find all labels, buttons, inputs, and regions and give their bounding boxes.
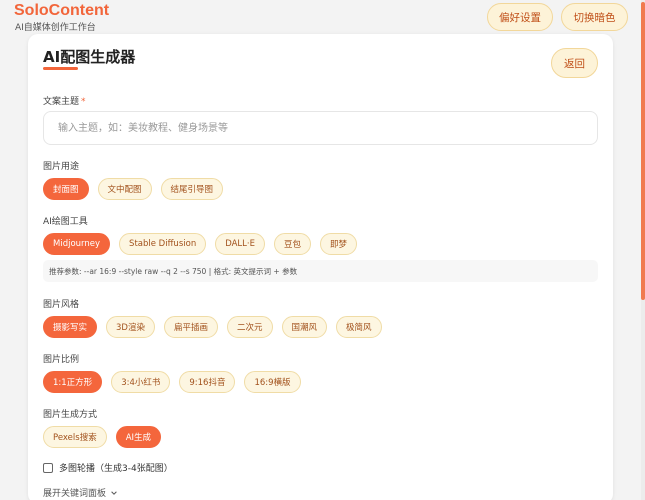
- multi-image-label: 多图轮播（生成3-4张配图）: [59, 464, 173, 474]
- theme-toggle-button[interactable]: 切换暗色: [561, 3, 628, 31]
- back-button[interactable]: 返回: [551, 48, 598, 78]
- expand-keywords-toggle[interactable]: 展开关键词面板: [43, 486, 118, 499]
- style-option-minimal[interactable]: 极简风: [336, 316, 382, 338]
- style-options: 摄影写实 3D渲染 扁平插画 二次元 国潮风 极简风: [43, 316, 382, 338]
- tool-params-hint: 推荐参数: --ar 16:9 --style raw --q 2 --s 75…: [43, 260, 598, 282]
- tool-label: AI绘图工具: [43, 217, 88, 227]
- chevron-down-icon: [111, 490, 117, 495]
- top-bar: SoloContent AI自媒体创作工作台 偏好设置 切换暗色: [0, 0, 645, 36]
- scrollbar-thumb[interactable]: [641, 2, 645, 300]
- method-label: 图片生成方式: [43, 410, 98, 420]
- multi-image-row[interactable]: 多图轮播（生成3-4张配图）: [43, 461, 173, 474]
- topic-label-text: 文案主题: [43, 97, 80, 107]
- usage-label: 图片用途: [43, 162, 80, 172]
- generator-card: AI配图生成器 返回 文案主题* 图片用途 封面图 文中配图 结尾引导图 AI绘…: [28, 34, 613, 500]
- ratio-label: 图片比例: [43, 355, 80, 365]
- tool-option-dalle[interactable]: DALL·E: [215, 233, 265, 255]
- ratio-options: 1:1正方形 3:4小红书 9:16抖音 16:9横版: [43, 371, 301, 393]
- tool-options: Midjourney Stable Diffusion DALL·E 豆包 即梦: [43, 233, 357, 255]
- tool-option-stable-diffusion[interactable]: Stable Diffusion: [119, 233, 207, 255]
- usage-option-ending[interactable]: 结尾引导图: [160, 178, 224, 200]
- brand-subtitle: AI自媒体创作工作台: [15, 23, 96, 33]
- topic-label: 文案主题 *: [43, 94, 86, 107]
- ratio-option-16-9[interactable]: 16:9横版: [244, 371, 301, 393]
- tool-option-midjourney[interactable]: Midjourney: [43, 233, 111, 255]
- style-option-3d[interactable]: 3D渲染: [106, 316, 155, 338]
- preferences-button[interactable]: 偏好设置: [487, 3, 553, 31]
- usage-option-cover[interactable]: 封面图: [43, 178, 89, 200]
- method-option-ai[interactable]: AI生成: [115, 426, 162, 448]
- multi-image-checkbox[interactable]: [43, 462, 53, 473]
- ratio-option-1-1[interactable]: 1:1正方形: [43, 371, 103, 393]
- tool-option-doubao[interactable]: 豆包: [273, 233, 311, 255]
- style-option-photo[interactable]: 摄影写实: [43, 316, 98, 338]
- tool-option-jimeng[interactable]: 即梦: [319, 233, 357, 255]
- topic-input[interactable]: [43, 111, 598, 145]
- usage-option-inline[interactable]: 文中配图: [97, 178, 152, 200]
- style-option-anime[interactable]: 二次元: [227, 316, 273, 338]
- usage-options: 封面图 文中配图 结尾引导图: [43, 178, 224, 200]
- style-label: 图片风格: [43, 300, 80, 310]
- page-title: AI配图生成器: [43, 48, 136, 66]
- method-options: Pexels搜索 AI生成: [43, 426, 162, 448]
- expand-keywords-label: 展开关键词面板: [43, 489, 107, 499]
- title-underline: [43, 67, 78, 70]
- style-option-flat[interactable]: 扁平插画: [163, 316, 218, 338]
- brand-title: SoloContent: [14, 2, 110, 19]
- style-option-guochao[interactable]: 国潮风: [281, 316, 328, 338]
- ratio-option-9-16[interactable]: 9:16抖音: [179, 371, 236, 393]
- ratio-option-3-4[interactable]: 3:4小红书: [111, 371, 171, 393]
- required-mark: *: [81, 97, 86, 107]
- method-option-pexels[interactable]: Pexels搜索: [43, 426, 107, 448]
